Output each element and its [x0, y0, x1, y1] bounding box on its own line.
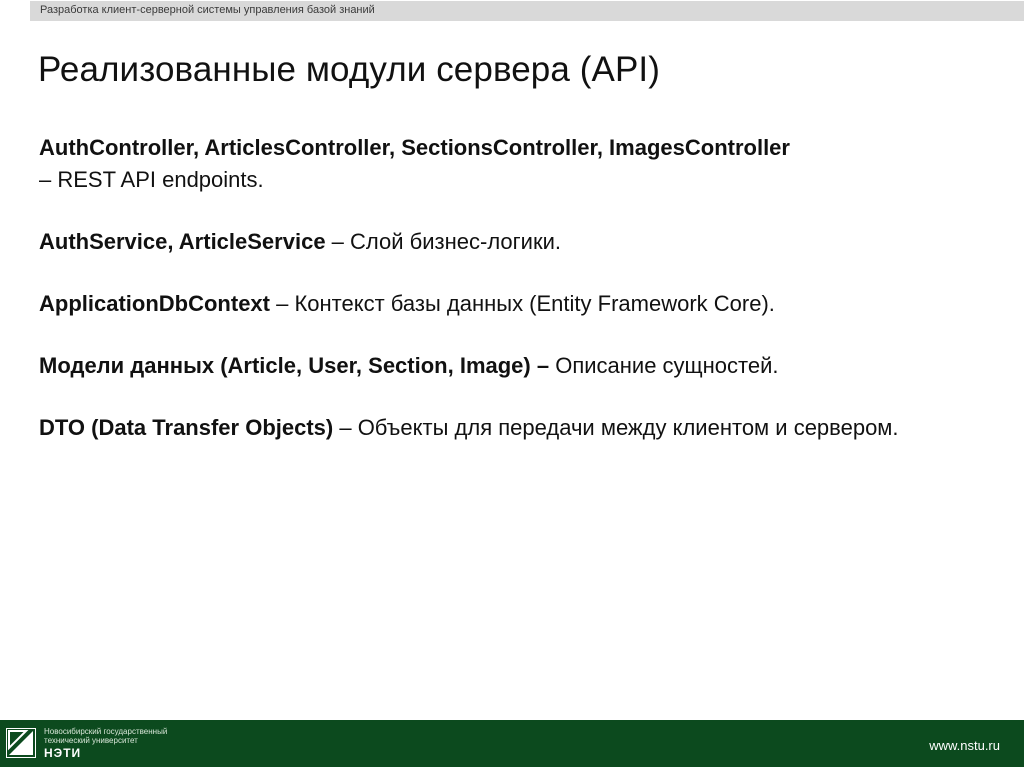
footer-bar: Новосибирский государственный технически… [0, 720, 1024, 767]
header-text: Разработка клиент-серверной системы упра… [40, 4, 375, 16]
university-abbr: НЭТИ [44, 746, 82, 760]
website-link[interactable]: www.nstu.ru [929, 738, 1000, 753]
university-name-line1: Новосибирский государственный [44, 727, 168, 736]
list-item: AuthService, ArticleService – Слой бизне… [39, 226, 939, 258]
item-term: DTO (Data Transfer Objects) [39, 415, 334, 440]
item-term: AuthController, ArticlesController, Sect… [39, 135, 790, 160]
slide-content: AuthController, ArticlesController, Sect… [39, 132, 939, 474]
item-term: AuthService, ArticleService [39, 229, 326, 254]
list-item: AuthController, ArticlesController, Sect… [39, 132, 939, 196]
item-description: Описание сущностей. [549, 353, 779, 378]
university-logo-icon [6, 728, 36, 758]
list-item: Модели данных (Article, User, Section, I… [39, 350, 939, 382]
slide: Разработка клиент-серверной системы упра… [0, 0, 1024, 767]
list-item: ApplicationDbContext – Контекст базы дан… [39, 288, 939, 320]
university-name-line2: технический университет [44, 736, 138, 745]
item-description: – Объекты для передачи между клиентом и … [333, 415, 899, 440]
header-bar: Разработка клиент-серверной системы упра… [30, 1, 1024, 21]
list-item: DTO (Data Transfer Objects) – Объекты дл… [39, 412, 939, 444]
item-term: ApplicationDbContext [39, 291, 270, 316]
item-term: Модели данных (Article, User, Section, I… [39, 353, 550, 378]
item-description: – Контекст базы данных (Entity Framework… [270, 291, 775, 316]
item-description: – REST API endpoints. [39, 167, 264, 192]
item-description: – Слой бизнес-логики. [325, 229, 561, 254]
slide-title: Реализованные модули сервера (API) [38, 50, 660, 89]
